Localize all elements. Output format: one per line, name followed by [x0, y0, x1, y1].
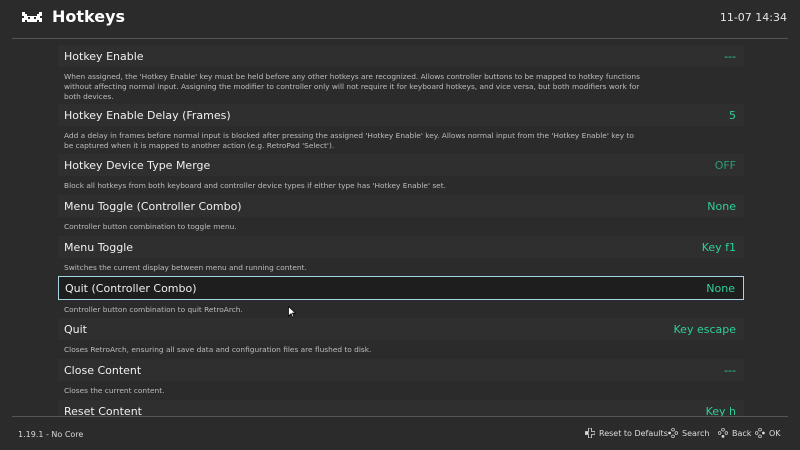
setting-description: Add a delay in frames before normal inpu…: [64, 131, 634, 150]
setting-row[interactable]: Hotkey Enable ---: [58, 45, 744, 67]
setting-description: Switches the current display between men…: [64, 263, 307, 272]
setting-value: None: [707, 199, 736, 213]
setting-label: Quit: [64, 322, 87, 336]
setting-row[interactable]: Menu Toggle Key f1: [58, 236, 744, 258]
setting-row[interactable]: Quit Key escape: [58, 318, 744, 340]
setting-description: Closes the current content.: [64, 386, 165, 395]
setting-value: ---: [724, 49, 736, 63]
setting-description: Block all hotkeys from both keyboard and…: [64, 181, 446, 190]
setting-hotkey-enable-delay[interactable]: Hotkey Enable Delay (Frames) 5 Add a del…: [58, 104, 744, 151]
retroarch-invader-icon: [22, 12, 42, 22]
setting-value: Key f1: [701, 240, 736, 254]
setting-description: When assigned, the 'Hotkey Enable' key m…: [64, 72, 640, 101]
setting-reset-content[interactable]: Reset Content Key h: [58, 400, 744, 416]
setting-description: Controller button combination to quit Re…: [64, 305, 243, 314]
setting-row[interactable]: Menu Toggle (Controller Combo) None: [58, 195, 744, 217]
setting-label: Menu Toggle: [64, 240, 134, 254]
setting-value: 5: [729, 108, 736, 122]
setting-label: Hotkey Enable: [64, 49, 144, 63]
setting-label: Reset Content: [64, 404, 142, 417]
setting-quit-combo[interactable]: Quit (Controller Combo) None Controller …: [58, 276, 744, 315]
setting-value: ---: [724, 363, 736, 377]
setting-hotkey-device-type-merge[interactable]: Hotkey Device Type Merge OFF Block all h…: [58, 154, 744, 191]
setting-row[interactable]: Reset Content Key h: [58, 400, 744, 416]
setting-label: Hotkey Device Type Merge: [64, 158, 211, 172]
setting-row-selected[interactable]: Quit (Controller Combo) None: [58, 276, 744, 300]
setting-row[interactable]: Hotkey Enable Delay (Frames) 5: [58, 104, 744, 126]
setting-quit[interactable]: Quit Key escape Closes RetroArch, ensuri…: [58, 318, 744, 355]
footer-bar: 1.19.1 - No Core Reset to Defaults Searc…: [0, 416, 800, 450]
face-buttons-icon: [755, 428, 765, 438]
setting-value: None: [706, 281, 735, 295]
setting-value: OFF: [714, 158, 736, 172]
reset-to-defaults-label: Reset to Defaults: [599, 428, 668, 438]
face-buttons-icon: [668, 428, 678, 438]
setting-label: Hotkey Enable Delay (Frames): [64, 108, 231, 122]
version-label: 1.19.1 - No Core: [18, 430, 84, 439]
mouse-cursor-icon: [288, 306, 296, 318]
setting-value: Key escape: [673, 322, 736, 336]
face-buttons-icon: [718, 428, 728, 438]
setting-description: Closes RetroArch, ensuring all save data…: [64, 345, 372, 354]
settings-list[interactable]: Hotkey Enable --- When assigned, the 'Ho…: [0, 39, 800, 416]
search-label: Search: [682, 428, 710, 438]
setting-label: Quit (Controller Combo): [65, 281, 197, 295]
ok-button[interactable]: OK: [755, 428, 781, 438]
ok-label: OK: [769, 428, 781, 438]
setting-label: Close Content: [64, 363, 142, 377]
setting-close-content[interactable]: Close Content --- Closes the current con…: [58, 359, 744, 396]
back-label: Back: [732, 428, 752, 438]
header-bar: Hotkeys 11-07 14:34: [0, 0, 800, 38]
reset-to-defaults-button[interactable]: Reset to Defaults: [585, 428, 668, 438]
dpad-left-icon: [585, 428, 595, 438]
setting-menu-toggle[interactable]: Menu Toggle Key f1 Switches the current …: [58, 236, 744, 273]
setting-menu-toggle-combo[interactable]: Menu Toggle (Controller Combo) None Cont…: [58, 195, 744, 232]
page-title: Hotkeys: [52, 7, 126, 26]
setting-hotkey-enable[interactable]: Hotkey Enable --- When assigned, the 'Ho…: [58, 45, 744, 102]
setting-description: Controller button combination to toggle …: [64, 222, 237, 231]
setting-row[interactable]: Hotkey Device Type Merge OFF: [58, 154, 744, 176]
search-button[interactable]: Search: [668, 428, 709, 438]
back-button[interactable]: Back: [718, 428, 751, 438]
setting-row[interactable]: Close Content ---: [58, 359, 744, 381]
clock: 11-07 14:34: [719, 11, 787, 24]
setting-value: Key h: [705, 404, 736, 417]
setting-label: Menu Toggle (Controller Combo): [64, 199, 242, 213]
